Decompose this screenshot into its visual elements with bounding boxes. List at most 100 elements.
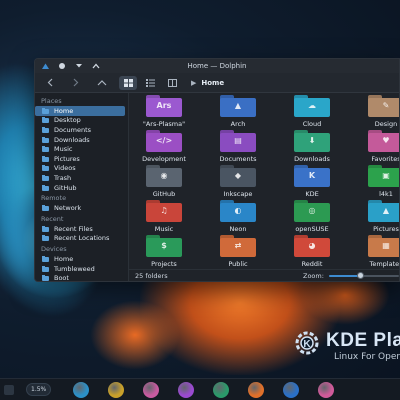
folder-item[interactable]: ⇄ Public	[203, 235, 273, 271]
app-purple-icon[interactable]	[178, 381, 195, 398]
folder-label: Inkscape	[223, 190, 253, 198]
github-icon: ◉	[146, 165, 182, 187]
templates-icon: ▦	[368, 235, 399, 257]
svg-text:K: K	[303, 339, 311, 350]
maximize-chevron-icon[interactable]	[90, 60, 102, 72]
minimize-chevron-icon[interactable]	[73, 60, 85, 72]
folder-item[interactable]: K KDE	[277, 165, 347, 201]
drive-icon	[41, 265, 49, 272]
wallpaper-orange-splash-left	[90, 300, 180, 370]
neon-icon: ◐	[220, 200, 256, 222]
projects-icon: $	[146, 235, 182, 257]
videos-icon	[41, 165, 49, 172]
toolbar: ▶ Home	[35, 73, 399, 93]
folder-item[interactable]: ♥ Favorites	[351, 130, 399, 166]
folder-item[interactable]: ◉ GitHub	[129, 165, 199, 201]
folder-item[interactable]: ⬇ Downloads	[277, 130, 347, 166]
recent-locations-icon	[41, 235, 49, 242]
folder-label: Reddit	[301, 260, 323, 268]
folder-item[interactable]: ▤ Documents	[203, 130, 273, 166]
app-firefox-icon[interactable]	[248, 381, 265, 398]
pin-icon[interactable]	[56, 60, 68, 72]
sidebar-item-label: Home	[54, 254, 74, 263]
sidebar-item-music[interactable]: Music	[35, 144, 125, 154]
up-button[interactable]	[93, 75, 111, 91]
window-titlebar[interactable]: Home — Dolphin	[35, 59, 399, 73]
compact-view-button[interactable]	[141, 76, 159, 90]
folder-item[interactable]: ▲ Arch	[203, 95, 273, 131]
drive-icon	[41, 275, 49, 281]
sidebar-item-recent-locations[interactable]: Recent Locations	[35, 234, 125, 244]
inkscape-icon: ◆	[220, 165, 256, 187]
folder-item[interactable]: ▦ Templates	[351, 235, 399, 271]
folder-label: KDE	[305, 190, 319, 198]
sidebar-item-github[interactable]: GitHub	[35, 183, 125, 193]
folder-label: Templates	[369, 260, 399, 268]
folder-label: Documents	[219, 155, 257, 163]
folder-item[interactable]: ◐ Neon	[203, 200, 273, 236]
app-dolphin-icon[interactable]	[283, 381, 300, 398]
app-yellow-icon[interactable]	[108, 381, 125, 398]
folder-item[interactable]: ◎ openSUSE	[277, 200, 347, 236]
back-button[interactable]	[41, 75, 59, 91]
home-icon	[41, 107, 49, 114]
sidebar-item-label: Documents	[54, 125, 92, 134]
system-usage-pill[interactable]: 1.5%	[26, 383, 52, 396]
downloads-icon	[41, 136, 49, 143]
details-view-button[interactable]	[163, 76, 181, 90]
sidebar-item-downloads[interactable]: Downloads	[35, 135, 125, 145]
kde-icon: K	[294, 165, 330, 187]
folder-item[interactable]: ☁ Cloud	[277, 95, 347, 131]
launcher-icon[interactable]	[4, 384, 14, 395]
forward-button[interactable]	[67, 75, 85, 91]
sidebar-item-desktop[interactable]: Desktop	[35, 116, 125, 126]
sidebar-item-trash[interactable]: Trash	[35, 173, 125, 183]
split-view-icon	[167, 78, 177, 87]
file-view[interactable]: Ars "Ars-Plasma" ▲ Arch ☁ Cloud ✎ Design </> Deve…	[129, 93, 399, 281]
zoom-slider-fill	[329, 275, 361, 277]
folder-item[interactable]: ▲ Pictures	[351, 200, 399, 236]
sidebar-item-network[interactable]: Network	[35, 203, 125, 213]
sidebar-item-videos[interactable]: Videos	[35, 164, 125, 174]
sidebar-item-home[interactable]: Home	[35, 254, 125, 264]
breadcrumb-current[interactable]: Home	[201, 79, 224, 87]
sidebar-item-boot[interactable]: Boot	[35, 273, 125, 281]
sidebar-item-recent-files[interactable]: Recent Files	[35, 224, 125, 234]
sidebar-item-tumbleweed[interactable]: Tumbleweed	[35, 264, 125, 274]
zoom-label: Zoom:	[303, 272, 324, 280]
folder-label: Design	[374, 120, 398, 128]
folder-ars-icon: Ars	[146, 95, 182, 117]
icons-view-button[interactable]	[119, 75, 137, 90]
sidebar-item-documents[interactable]: Documents	[35, 125, 125, 135]
app-pink-icon[interactable]	[318, 381, 335, 398]
folder-label: l4k1	[379, 190, 393, 198]
folder-item[interactable]: </> Development	[129, 130, 199, 166]
pictures-icon: ▲	[368, 200, 399, 222]
folder-item[interactable]: ▣ l4k1	[351, 165, 399, 201]
places-panel: Places Home Desktop Documents Downloads Music…	[35, 93, 129, 281]
folder-item[interactable]: $ Projects	[129, 235, 199, 271]
sidebar-heading: Recent	[41, 214, 64, 223]
l4k1-icon: ▣	[368, 165, 399, 187]
code-icon: </>	[146, 130, 182, 152]
folder-item[interactable]: ♫ Music	[129, 200, 199, 236]
app-green-icon[interactable]	[213, 381, 230, 398]
sidebar-item-label: Trash	[54, 173, 72, 182]
sidebar-item-label: Tumbleweed	[54, 264, 95, 273]
sidebar-item-pictures[interactable]: Pictures	[35, 154, 125, 164]
sidebar-item-home[interactable]: Home	[35, 106, 125, 116]
folder-label: Neon	[229, 225, 247, 233]
folder-item[interactable]: ◆ Inkscape	[203, 165, 273, 201]
kde-gear-icon: K	[295, 331, 319, 355]
app-multicolor-icon[interactable]	[143, 381, 160, 398]
app-blue-icon[interactable]	[73, 381, 90, 398]
zoom-slider[interactable]	[329, 272, 399, 279]
folder-item[interactable]: ✎ Design	[351, 95, 399, 131]
zoom-slider-handle[interactable]	[357, 272, 364, 279]
folder-label: GitHub	[152, 190, 176, 198]
folder-item[interactable]: ◕ Reddit	[277, 235, 347, 271]
documents-icon: ▤	[220, 130, 256, 152]
folder-item[interactable]: Ars "Ars-Plasma"	[129, 95, 199, 131]
app-menu-icon[interactable]	[39, 60, 51, 72]
network-icon	[41, 205, 49, 212]
